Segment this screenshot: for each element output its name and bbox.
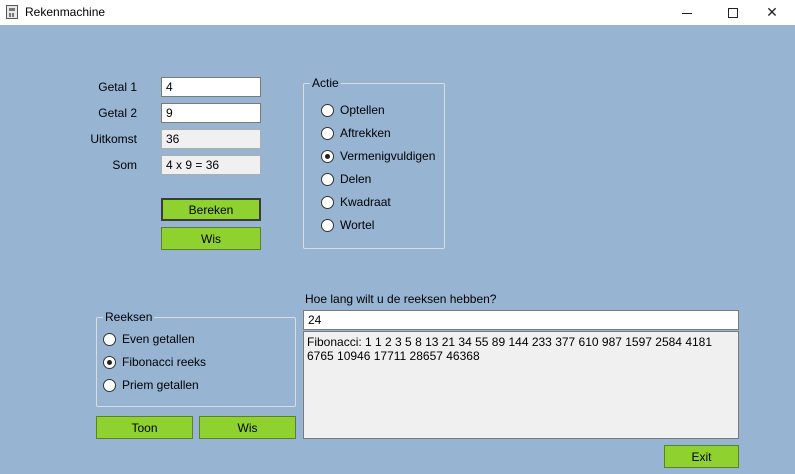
som-field: 4 x 9 = 36	[161, 155, 261, 175]
radio-label: Wortel	[340, 218, 375, 232]
actie-radio-wortel[interactable]: Wortel	[321, 218, 374, 232]
radio-button-icon[interactable]	[103, 332, 116, 346]
radio-label: Kwadraat	[340, 195, 391, 209]
radio-button-icon[interactable]	[321, 195, 334, 209]
series-length-question: Hoe lang wilt u de reeksen hebben?	[305, 292, 497, 306]
som-label: Som	[112, 158, 137, 172]
series-output[interactable]: Fibonacci: 1 1 2 3 5 8 13 21 34 55 89 14…	[303, 331, 739, 439]
radio-button-icon[interactable]	[321, 103, 334, 117]
radio-button-icon[interactable]	[103, 378, 116, 392]
reeksen-radio-priem-getallen[interactable]: Priem getallen	[103, 378, 199, 392]
window-title: Rekenmachine	[25, 5, 106, 19]
actie-radio-kwadraat[interactable]: Kwadraat	[321, 195, 391, 209]
radio-button-icon[interactable]	[321, 149, 334, 163]
radio-label: Optellen	[340, 103, 385, 117]
actie-radio-optellen[interactable]: Optellen	[321, 103, 385, 117]
getal1-label: Getal 1	[98, 80, 137, 94]
reeksen-group-title: Reeksen	[103, 310, 155, 324]
exit-button[interactable]: Exit	[664, 445, 739, 468]
series-length-input[interactable]: 24	[303, 310, 739, 330]
actie-group-title: Actie	[310, 76, 341, 90]
radio-label: Aftrekken	[340, 126, 391, 140]
reeksen-radio-even-getallen[interactable]: Even getallen	[103, 332, 195, 346]
radio-label: Even getallen	[122, 332, 195, 346]
getal2-input[interactable]: 9	[161, 103, 261, 123]
wis-reeks-button[interactable]: Wis	[199, 416, 296, 439]
title-bar: Rekenmachine ✕	[0, 0, 795, 25]
actie-radio-delen[interactable]: Delen	[321, 172, 371, 186]
wis-button[interactable]: Wis	[161, 227, 261, 250]
uitkomst-field: 36	[161, 129, 261, 149]
radio-button-icon[interactable]	[103, 355, 116, 369]
actie-radio-vermenigvuldigen[interactable]: Vermenigvuldigen	[321, 149, 435, 163]
radio-label: Delen	[340, 172, 372, 186]
close-icon: ✕	[766, 4, 778, 20]
radio-label: Vermenigvuldigen	[340, 149, 436, 163]
reeksen-radio-fibonacci-reeks[interactable]: Fibonacci reeks	[103, 355, 206, 369]
close-button[interactable]: ✕	[749, 0, 795, 25]
radio-button-icon[interactable]	[321, 218, 334, 232]
getal2-label: Getal 2	[98, 106, 137, 120]
minimize-button[interactable]	[664, 0, 710, 25]
uitkomst-label: Uitkomst	[90, 132, 137, 146]
getal1-input[interactable]: 4	[161, 77, 261, 97]
maximize-icon	[728, 7, 738, 18]
minimize-icon	[682, 13, 692, 14]
radio-button-icon[interactable]	[321, 172, 334, 186]
radio-label: Fibonacci reeks	[122, 355, 207, 369]
bereken-button[interactable]: Bereken	[161, 198, 261, 221]
radio-label: Priem getallen	[122, 378, 199, 392]
toon-button[interactable]: Toon	[96, 416, 193, 439]
calculator-app-icon	[6, 5, 18, 19]
actie-radio-aftrekken[interactable]: Aftrekken	[321, 126, 391, 140]
radio-button-icon[interactable]	[321, 126, 334, 140]
